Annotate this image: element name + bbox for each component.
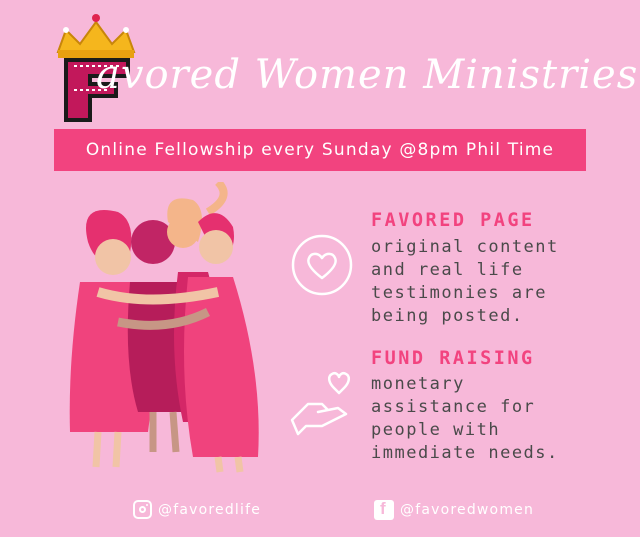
facebook-handle: @favoredwomen [400,502,535,518]
banner-text: Online Fellowship every Sunday @8pm Phil… [85,140,555,160]
instagram-icon [133,500,152,519]
feature-title-favored-page: FAVORED PAGE [371,210,535,231]
hand-heart-icon [288,368,352,438]
women-hugging-illustration [58,179,268,477]
facebook-link[interactable]: f @favoredwomen [374,499,535,520]
feature-description-favored-page: original content and real life testimoni… [371,237,559,326]
instagram-handle: @favoredlife [158,501,262,518]
feature-title-fund-raising: FUND RAISING [371,348,535,369]
heart-icon [291,234,353,296]
facebook-icon: f [374,499,394,520]
page-title: avored Women Ministries [96,52,639,98]
fellowship-banner: Online Fellowship every Sunday @8pm Phil… [54,129,586,171]
feature-description-fund-raising: monetary assistance for people with imme… [371,374,559,463]
instagram-link[interactable]: @favoredlife [133,500,261,519]
